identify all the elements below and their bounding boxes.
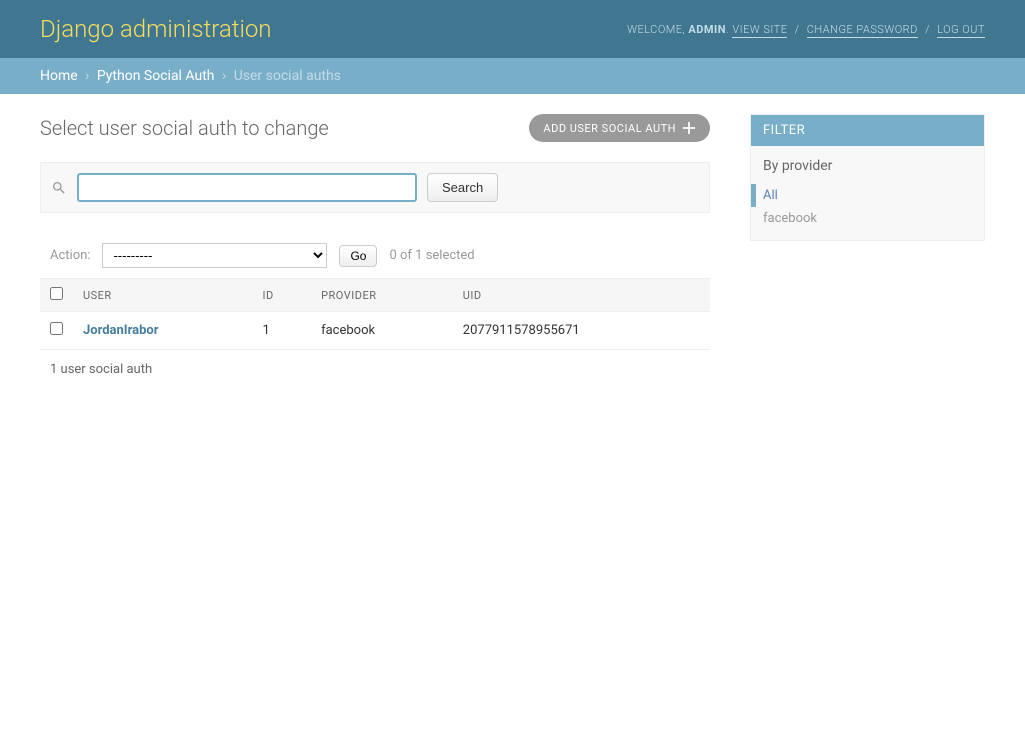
- logout-link[interactable]: LOG OUT: [937, 23, 985, 38]
- filter-group-title: By provider: [751, 146, 984, 180]
- search-button[interactable]: Search: [427, 173, 498, 202]
- column-header-user[interactable]: USER: [73, 279, 252, 312]
- action-select[interactable]: ---------: [102, 243, 327, 268]
- main-column: Select user social auth to change ADD US…: [40, 114, 710, 389]
- filter-list: All facebook: [751, 180, 984, 240]
- filter-module: FILTER By provider All facebook: [750, 114, 985, 241]
- search-bar: Search: [41, 163, 709, 212]
- header: Django administration WELCOME, ADMIN. VI…: [0, 0, 1025, 58]
- search-input[interactable]: [77, 173, 417, 202]
- breadcrumb-home[interactable]: Home: [40, 68, 78, 84]
- filter-option-facebook: facebook: [751, 207, 984, 230]
- breadcrumb-separator: ›: [222, 68, 226, 84]
- username: ADMIN: [688, 23, 726, 36]
- search-module: Search: [40, 162, 710, 213]
- cell-user: JordanIrabor: [73, 312, 252, 350]
- cell-uid: 2077911578955671: [453, 312, 710, 350]
- filter-link-all[interactable]: All: [763, 188, 778, 203]
- filter-link-facebook[interactable]: facebook: [763, 211, 817, 226]
- paginator: 1 user social auth: [40, 350, 710, 389]
- breadcrumb-separator: ›: [85, 68, 89, 84]
- table-row: JordanIrabor 1 facebook 2077911578955671: [40, 312, 710, 350]
- filter-option-all: All: [751, 184, 984, 207]
- column-header-uid[interactable]: UID: [453, 279, 710, 312]
- column-header-provider[interactable]: PROVIDER: [311, 279, 453, 312]
- user-link[interactable]: JordanIrabor: [83, 323, 159, 338]
- add-button-label: ADD USER SOCIAL AUTH: [543, 122, 676, 135]
- action-label: Action:: [50, 248, 90, 263]
- row-select-cell: [40, 312, 73, 350]
- changelist: Action: --------- Go 0 of 1 selected USE…: [40, 233, 710, 389]
- plus-icon: [682, 121, 696, 135]
- action-counter: 0 of 1 selected: [389, 248, 474, 263]
- select-all-header: [40, 279, 73, 312]
- add-user-social-auth-button[interactable]: ADD USER SOCIAL AUTH: [529, 114, 710, 142]
- title-row: Select user social auth to change ADD US…: [40, 114, 710, 142]
- welcome-text: WELCOME,: [627, 23, 685, 36]
- select-all-checkbox[interactable]: [50, 287, 63, 300]
- breadcrumb: Home › Python Social Auth › User social …: [0, 58, 1025, 94]
- filter-sidebar: FILTER By provider All facebook: [750, 114, 985, 389]
- filter-body: By provider All facebook: [751, 146, 984, 240]
- actions-row: Action: --------- Go 0 of 1 selected: [40, 233, 710, 278]
- table-header-row: USER ID PROVIDER UID: [40, 279, 710, 312]
- go-button[interactable]: Go: [339, 245, 377, 267]
- filter-header: FILTER: [751, 115, 984, 146]
- change-password-link[interactable]: CHANGE PASSWORD: [807, 23, 918, 38]
- content: Select user social auth to change ADD US…: [0, 94, 1025, 409]
- breadcrumb-current: User social auths: [234, 68, 341, 84]
- view-site-link[interactable]: VIEW SITE: [732, 23, 787, 38]
- row-checkbox[interactable]: [50, 322, 63, 335]
- separator: /: [925, 23, 930, 36]
- search-icon: [51, 180, 67, 196]
- cell-provider: facebook: [311, 312, 453, 350]
- user-tools: WELCOME, ADMIN. VIEW SITE / CHANGE PASSW…: [627, 23, 985, 36]
- results-table: USER ID PROVIDER UID JordanIrabor: [40, 278, 710, 350]
- page-title: Select user social auth to change: [40, 116, 329, 140]
- column-header-id[interactable]: ID: [252, 279, 311, 312]
- cell-id: 1: [252, 312, 311, 350]
- breadcrumb-app[interactable]: Python Social Auth: [97, 68, 215, 84]
- branding-title: Django administration: [40, 15, 272, 43]
- separator: /: [795, 23, 800, 36]
